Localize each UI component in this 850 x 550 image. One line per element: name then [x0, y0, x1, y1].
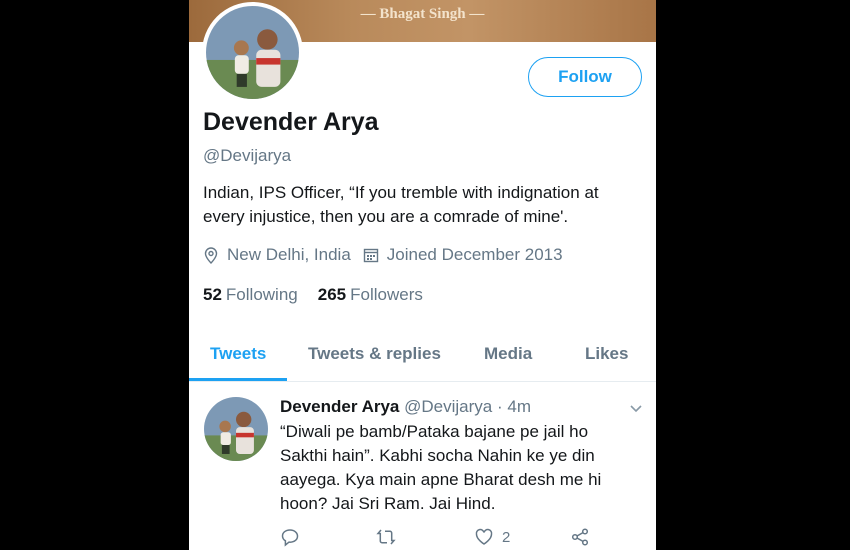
tweet-actions: 2: [280, 527, 610, 550]
profile-bio: Indian, IPS Officer, “If you tremble wit…: [203, 183, 599, 226]
location-pin-icon: [203, 246, 219, 264]
profile-handle: @Devijarya: [203, 146, 292, 165]
share-button[interactable]: [570, 527, 590, 547]
followers-link[interactable]: 265 Followers: [318, 285, 423, 305]
profile-avatar[interactable]: [202, 2, 303, 103]
tweet-author-name[interactable]: Devender Arya: [280, 397, 399, 416]
avatar-photo-icon: [204, 397, 268, 461]
avatar-photo-icon: [206, 6, 299, 99]
tweet-author-handle[interactable]: @Devijarya: [404, 397, 492, 416]
heart-icon: [475, 528, 493, 545]
profile-joined-date: Joined December 2013: [386, 245, 563, 264]
profile-location: New Delhi, India: [227, 245, 351, 264]
follow-button[interactable]: Follow: [528, 57, 642, 97]
chevron-down-icon[interactable]: [629, 401, 643, 415]
like-button[interactable]: 2: [474, 527, 510, 547]
followers-label: Followers: [350, 285, 423, 304]
like-count: 2: [502, 528, 511, 546]
tweet-author-avatar[interactable]: [204, 397, 268, 461]
following-label: Following: [225, 285, 298, 304]
profile-tabs: Tweets Tweets & replies Media Likes: [189, 334, 656, 382]
tab-tweets[interactable]: Tweets: [210, 344, 266, 364]
calendar-icon: [363, 246, 379, 264]
tab-tweets-replies[interactable]: Tweets & replies: [308, 344, 441, 364]
following-count: 52: [203, 285, 222, 304]
following-link[interactable]: 52 Following: [203, 285, 298, 305]
retweet-button[interactable]: [376, 527, 396, 547]
reply-icon: [281, 529, 299, 547]
tweet-timestamp[interactable]: 4m: [507, 397, 531, 416]
tab-likes[interactable]: Likes: [585, 344, 628, 364]
tab-media[interactable]: Media: [484, 344, 532, 364]
reply-button[interactable]: [280, 527, 300, 547]
tweet-separator: ·: [496, 397, 503, 416]
profile-meta: New Delhi, India Joined December 2013: [203, 245, 563, 265]
tweet-header: Devender Arya @Devijarya · 4m: [280, 397, 531, 417]
tweet-text: “Diwali pe bamb/Pataka bajane pe jail ho…: [280, 422, 602, 513]
followers-count: 265: [317, 285, 347, 304]
active-tab-indicator: [189, 378, 287, 381]
profile-stats: 52 Following 265 Followers: [203, 285, 443, 305]
profile-screen: — Bhagat Singh — Follow Devender Arya @D…: [189, 0, 656, 550]
share-icon: [571, 528, 589, 546]
retweet-icon: [376, 529, 396, 545]
profile-name: Devender Arya: [203, 108, 379, 136]
tweet-item[interactable]: Devender Arya @Devijarya · 4m “Diwali pe…: [189, 383, 656, 550]
